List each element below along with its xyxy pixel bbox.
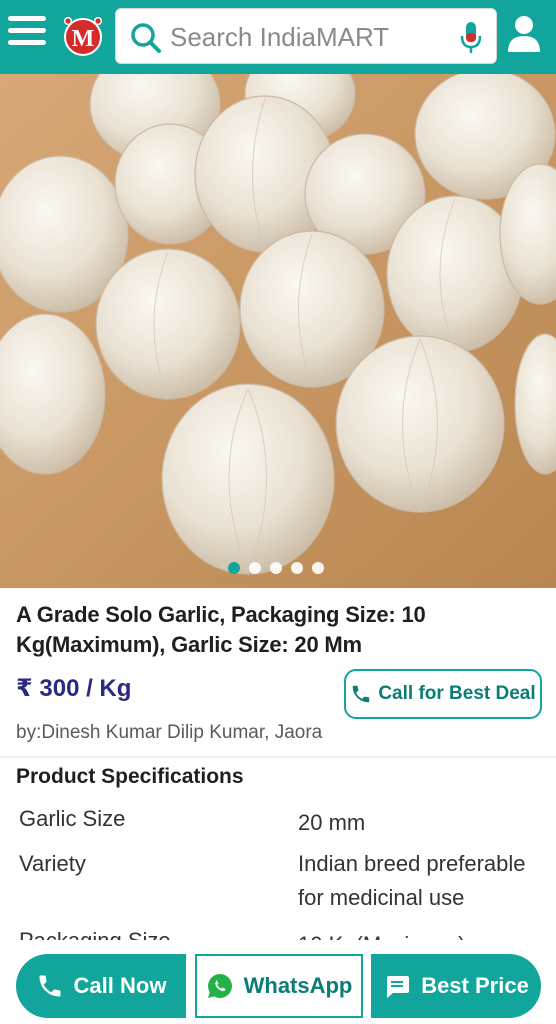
svg-text:M: M: [72, 26, 95, 52]
gallery-pagination[interactable]: [228, 562, 324, 576]
chat-icon: [387, 976, 410, 998]
product-title: A Grade Solo Garlic, Packaging Size: 10 …: [16, 602, 426, 657]
search-input[interactable]: [170, 17, 450, 57]
phone-icon: [353, 685, 370, 703]
spec-value: Indian breed preferable for medicinal us…: [298, 851, 526, 910]
divider: [0, 756, 556, 758]
gallery-dot[interactable]: [270, 562, 282, 574]
call-best-deal-label: Call for Best Deal: [378, 683, 536, 704]
call-now-button[interactable]: Call Now: [16, 954, 186, 1018]
spec-key: Variety: [19, 851, 86, 876]
bottom-action-bar: Call Now WhatsApp Best Price: [0, 940, 556, 1024]
user-icon[interactable]: [506, 14, 542, 54]
product-image[interactable]: [0, 74, 556, 588]
search-icon[interactable]: [130, 22, 162, 54]
call-now-label: Call Now: [73, 973, 167, 998]
search-bar[interactable]: [115, 8, 497, 64]
mic-icon[interactable]: [458, 21, 484, 55]
best-price-button[interactable]: Best Price: [371, 954, 541, 1018]
seller-info[interactable]: by:Dinesh Kumar Dilip Kumar, Jaora: [16, 722, 322, 744]
gallery-dot[interactable]: [228, 562, 240, 574]
spec-value: 20 mm: [298, 810, 366, 835]
top-header: M: [0, 0, 556, 74]
whatsapp-label: WhatsApp: [243, 973, 353, 998]
menu-icon[interactable]: [8, 16, 48, 50]
indiamart-logo[interactable]: M: [60, 14, 106, 56]
gallery-dot[interactable]: [312, 562, 324, 574]
whatsapp-button[interactable]: WhatsApp: [195, 954, 363, 1018]
whatsapp-icon: [207, 974, 232, 998]
gallery-dot[interactable]: [249, 562, 261, 574]
phone-icon: [39, 975, 61, 997]
spec-key: Garlic Size: [19, 806, 126, 831]
product-price: ₹ 300 / Kg: [16, 675, 132, 702]
spec-heading: Product Specifications: [16, 765, 244, 788]
gallery-dot[interactable]: [291, 562, 303, 574]
best-price-label: Best Price: [421, 973, 529, 998]
call-best-deal-button[interactable]: Call for Best Deal: [344, 669, 542, 719]
